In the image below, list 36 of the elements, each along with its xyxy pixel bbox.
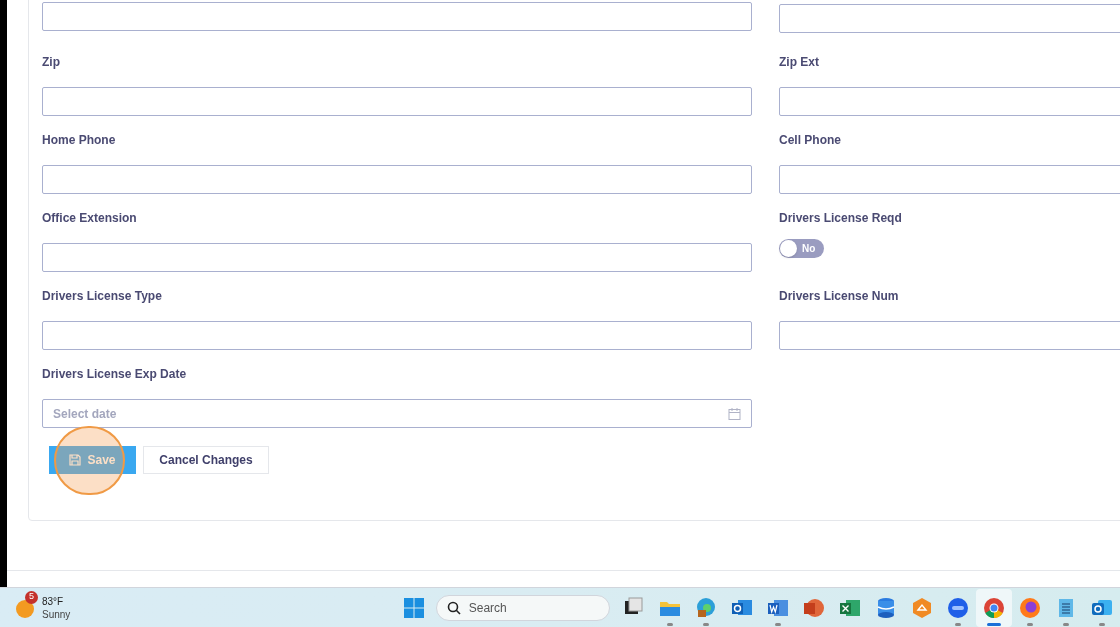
- input-field[interactable]: [42, 165, 752, 194]
- field-label: Drivers License Exp Date: [42, 366, 187, 383]
- input-field[interactable]: [42, 321, 752, 350]
- date-field[interactable]: Select date: [42, 399, 752, 428]
- hexagon-app-icon: [910, 595, 934, 620]
- field-label: Drivers License Type: [42, 288, 162, 305]
- cancel-button[interactable]: Cancel Changes: [143, 446, 269, 474]
- windows-logo-icon: [404, 597, 425, 618]
- browser-icon: [1018, 595, 1042, 620]
- field-label: Home Phone: [42, 132, 116, 149]
- input-field[interactable]: [779, 87, 1120, 116]
- save-icon: [69, 454, 82, 466]
- input-field[interactable]: [42, 87, 752, 116]
- input-field[interactable]: [779, 4, 1120, 33]
- field-label: Cell Phone: [779, 132, 841, 149]
- field-label: Zip: [42, 54, 60, 71]
- field-label: Zip Ext: [779, 54, 819, 71]
- field-label: Drivers License Num: [779, 288, 899, 305]
- weather-text: Sunny: [42, 607, 71, 621]
- browser-icon: [982, 595, 1006, 620]
- input-field[interactable]: [42, 243, 752, 272]
- save-button[interactable]: Save: [49, 446, 136, 474]
- notification-badge: 5: [25, 590, 38, 604]
- search-icon: [446, 600, 461, 615]
- toggle-switch[interactable]: No: [779, 239, 824, 258]
- input-field[interactable]: [779, 321, 1120, 350]
- field-label: Drivers License Reqd: [779, 210, 902, 227]
- browser-icon: [694, 595, 718, 620]
- video-app-icon: [946, 595, 970, 620]
- input-field[interactable]: [779, 165, 1120, 194]
- calendar-icon: [728, 407, 741, 420]
- input-field[interactable]: [42, 2, 752, 31]
- temperature-text: 83°F: [42, 594, 65, 608]
- search-field[interactable]: Search: [435, 594, 610, 621]
- sun-icon: [16, 599, 34, 618]
- field-label: Office Extension: [42, 210, 137, 227]
